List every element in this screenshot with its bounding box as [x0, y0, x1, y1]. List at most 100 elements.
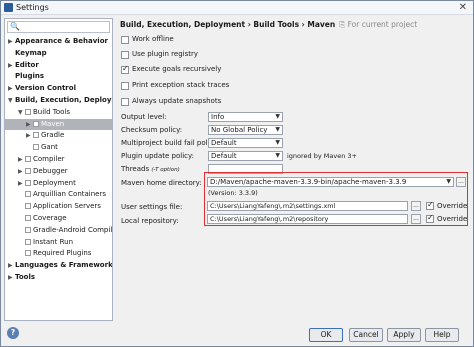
sidebar-item-label: Instant Run — [33, 237, 74, 246]
user-settings-label: User settings file: — [121, 203, 183, 211]
sidebar-item-deployment[interactable]: ▶ Deployment — [18, 178, 76, 189]
close-icon[interactable]: ✕ — [459, 2, 467, 13]
search-input[interactable]: 🔍 — [7, 21, 110, 33]
page-icon — [25, 226, 31, 233]
expand-right-icon[interactable]: ▶ — [8, 36, 15, 47]
page-icon — [33, 120, 39, 127]
sidebar-item-label: Debugger — [33, 166, 68, 175]
output-level-select[interactable]: Info ▼ — [208, 112, 283, 122]
sidebar-item-label: Appearance & Behavior — [15, 37, 108, 45]
cancel-button[interactable]: Cancel — [349, 328, 383, 342]
help-icon[interactable]: ? — [7, 327, 19, 339]
sidebar-item-editor[interactable]: ▶ Editor — [8, 60, 39, 71]
sidebar-item-languages-frameworks[interactable]: ▶ Languages & Frameworks — [8, 260, 113, 271]
sidebar-item-label: Gradle-Android Compiler — [33, 225, 113, 234]
sidebar-item-instant-run[interactable]: Instant Run — [18, 237, 73, 248]
sidebar-item-application-servers[interactable]: Application Servers — [18, 201, 101, 212]
browse-maven-home-button[interactable]: ... — [456, 177, 466, 187]
sidebar-item-version-control[interactable]: ▶ Version Control — [8, 83, 76, 94]
local-repository-label: Local repository: — [121, 217, 179, 225]
sidebar-item-gradle-android-compiler[interactable]: Gradle-Android Compiler — [18, 225, 113, 236]
sidebar-item-gradle[interactable]: ▶ Gradle — [26, 130, 64, 141]
use-plugin-registry-label: Use plugin registry — [132, 50, 199, 58]
local-repository-override-label: Override — [437, 215, 468, 223]
maven-home-select[interactable]: D:/Maven/apache-maven-3.3.9-bin/apache-m… — [207, 177, 454, 187]
checksum-policy-select[interactable]: No Global Policy ▼ — [208, 125, 283, 135]
window-title: Settings — [16, 3, 49, 12]
sidebar-item-debugger[interactable]: ▶ Debugger — [18, 166, 68, 177]
sidebar-item-label: Plugins — [15, 72, 45, 81]
plugin-update-policy-label: Plugin update policy: — [121, 152, 194, 160]
sidebar-item-compiler[interactable]: ▶ Compiler — [18, 154, 65, 165]
chevron-down-icon: ▼ — [275, 152, 280, 159]
sidebar-item-label: Tools — [15, 273, 36, 281]
title-bar: Settings ✕ — [1, 1, 473, 15]
maven-version-text: (Version: 3.3.9) — [208, 189, 258, 197]
sidebar-item-plugins[interactable]: Plugins — [8, 71, 44, 82]
chevron-down-icon: ▼ — [275, 126, 280, 133]
page-icon — [25, 203, 31, 210]
sidebar-item-label: Languages & Frameworks — [15, 261, 113, 270]
maven-settings-panel: Build, Execution, Deployment › Build Too… — [115, 18, 471, 321]
local-repository-override-checkbox[interactable] — [426, 213, 434, 223]
local-repository-input[interactable]: C:\Users\LiangYafeng\.m2\repository — [207, 214, 408, 224]
page-icon — [25, 250, 31, 257]
sidebar-item-label: Gant — [41, 143, 58, 152]
plugin-update-policy-note: ignored by Maven 3+ — [287, 152, 357, 160]
expand-right-icon[interactable]: ▶ — [26, 130, 33, 141]
sidebar-item-build-tools[interactable]: ▼ Build Tools — [18, 107, 70, 118]
user-settings-override-checkbox[interactable] — [426, 200, 434, 210]
page-icon — [25, 167, 31, 174]
project-note: ⎘ For current project — [339, 20, 418, 29]
user-settings-input[interactable]: C:\Users\LiangYafeng\.m2\settings.xml — [207, 201, 408, 211]
expand-down-icon[interactable]: ▼ — [18, 107, 25, 118]
expand-right-icon[interactable]: ▶ — [18, 154, 25, 165]
expand-right-icon[interactable]: ▶ — [8, 60, 15, 71]
sidebar-item-build-execution-deployment[interactable]: ▼Build, Execution, Deployment — [8, 95, 112, 106]
page-icon — [25, 191, 31, 198]
threads-label: Threads (-T option) — [121, 165, 180, 173]
always-update-snapshots-checkbox[interactable] — [121, 98, 129, 106]
sidebar-item-maven[interactable]: ▶ Maven — [5, 118, 112, 130]
chevron-down-icon: ▼ — [275, 113, 280, 120]
sidebar-item-label: Maven — [41, 119, 65, 128]
chevron-down-icon: ▼ — [446, 178, 451, 185]
expand-down-icon[interactable]: ▼ — [8, 95, 15, 106]
expand-right-icon[interactable]: ▶ — [8, 260, 15, 271]
sidebar-item-appearance-behavior[interactable]: ▶ Appearance & Behavior — [8, 36, 108, 47]
multiproject-fail-policy-select[interactable]: Default ▼ — [208, 138, 283, 148]
sidebar-item-keymap[interactable]: Keymap — [8, 48, 47, 59]
plugin-update-policy-select[interactable]: Default ▼ — [208, 151, 283, 161]
settings-window: Settings ✕ 🔍 ▶ Appearance & Behavior Keyma… — [0, 0, 474, 347]
output-level-label: Output level: — [121, 113, 167, 121]
expand-right-icon[interactable]: ▶ — [18, 178, 25, 189]
page-icon — [25, 179, 31, 186]
page-icon — [25, 238, 31, 245]
user-settings-override-label: Override — [437, 202, 468, 210]
expand-right-icon[interactable]: ▶ — [8, 272, 15, 283]
execute-goals-recursively-checkbox[interactable] — [121, 64, 129, 74]
sidebar-item-gant[interactable]: Gant — [26, 142, 58, 153]
sidebar-item-label: Gradle — [41, 131, 65, 140]
browse-user-settings-button[interactable]: ... — [411, 201, 421, 211]
browse-local-repository-button[interactable]: ... — [411, 214, 421, 224]
print-exception-stack-traces-label: Print exception stack traces — [132, 81, 230, 89]
multiproject-fail-policy-label: Multiproject build fail policy: — [121, 139, 220, 147]
work-offline-checkbox[interactable] — [121, 36, 129, 44]
print-exception-stack-traces-checkbox[interactable] — [121, 82, 129, 90]
expand-right-icon[interactable]: ▶ — [8, 83, 15, 94]
sidebar-item-required-plugins[interactable]: Required Plugins — [18, 248, 91, 259]
sidebar-item-label: Deployment — [33, 178, 76, 187]
sidebar-item-coverage[interactable]: Coverage — [18, 213, 67, 224]
expand-right-icon[interactable]: ▶ — [26, 119, 33, 130]
sidebar-item-label: Editor — [15, 60, 39, 69]
maven-home-label: Maven home directory: — [121, 179, 202, 187]
use-plugin-registry-checkbox[interactable] — [121, 51, 129, 59]
sidebar-item-tools[interactable]: ▶ Tools — [8, 272, 35, 283]
help-button[interactable]: Help — [425, 328, 459, 342]
expand-right-icon[interactable]: ▶ — [18, 166, 25, 177]
ok-button[interactable]: OK — [309, 328, 343, 342]
sidebar-item-label: Coverage — [33, 214, 67, 222]
apply-button[interactable]: Apply — [387, 328, 421, 342]
sidebar-item-arquillian-containers[interactable]: Arquillian Containers — [18, 189, 106, 200]
